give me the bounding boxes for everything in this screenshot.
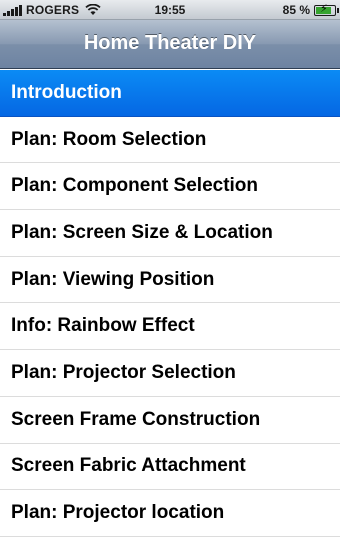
menu-item[interactable]: Introduction — [0, 70, 340, 117]
battery-percent: 85 % — [282, 3, 310, 17]
menu-item[interactable]: Screen Frame Construction — [0, 397, 340, 444]
menu-item[interactable]: Info: Rainbow Effect — [0, 303, 340, 351]
menu-item[interactable]: Plan: Projector location — [0, 490, 340, 537]
status-bar: ROGERS 19:55 85 % ⚡ — [0, 0, 340, 20]
battery-icon: ⚡ — [314, 2, 339, 16]
menu-item[interactable]: Screen Fabric Attachment — [0, 444, 340, 491]
menu-item[interactable]: Plan: Room Selection — [0, 117, 340, 164]
menu-item[interactable]: Plan: Projector Selection — [0, 350, 340, 397]
menu-item[interactable]: Plan: Screen Size & Location — [0, 210, 340, 257]
page-title: Home Theater DIY — [83, 32, 257, 54]
charging-bolt-icon: ⚡ — [320, 2, 328, 15]
menu-item[interactable]: Plan: Viewing Position — [0, 257, 340, 304]
menu-list: Introduction Plan: Room Selection Plan: Co… — [0, 70, 340, 537]
menu-item[interactable]: Plan: Component Selection — [0, 163, 340, 211]
navigation-bar: Home Theater DIY — [0, 20, 340, 69]
status-right: 85 % ⚡ — [282, 2, 339, 17]
